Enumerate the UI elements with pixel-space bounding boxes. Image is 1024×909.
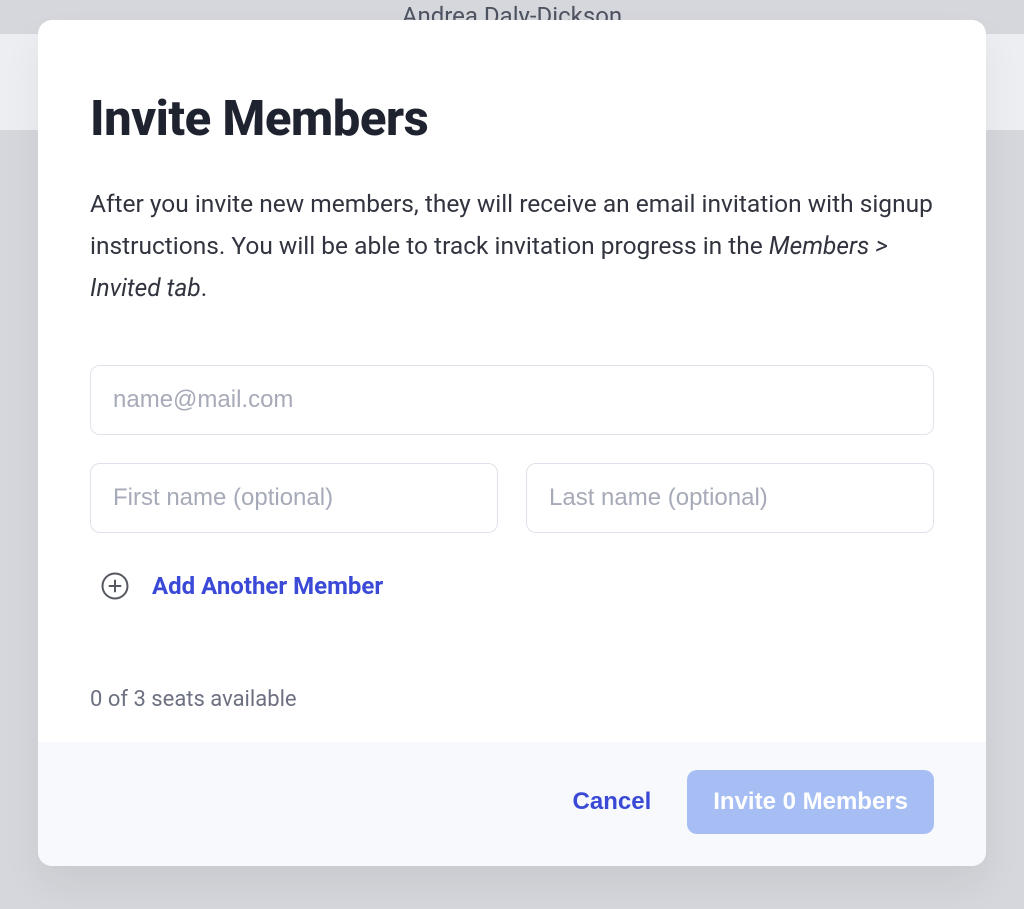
modal-title: Invite Members xyxy=(90,90,934,147)
add-another-member-label: Add Another Member xyxy=(152,572,383,600)
add-another-member-button[interactable]: Add Another Member xyxy=(100,571,934,601)
modal-footer: Cancel Invite 0 Members xyxy=(38,742,986,866)
cancel-button[interactable]: Cancel xyxy=(573,788,652,816)
first-name-field[interactable] xyxy=(90,463,498,533)
email-row xyxy=(90,365,934,435)
modal-description-post: . xyxy=(201,273,207,302)
invite-members-modal: Invite Members After you invite new memb… xyxy=(38,20,986,866)
last-name-field[interactable] xyxy=(526,463,934,533)
email-field[interactable] xyxy=(90,365,934,435)
plus-circle-icon xyxy=(100,571,130,601)
modal-body: Invite Members After you invite new memb… xyxy=(38,20,986,742)
invite-members-button[interactable]: Invite 0 Members xyxy=(687,770,934,834)
seats-available-text: 0 of 3 seats available xyxy=(90,687,934,712)
modal-description: After you invite new members, they will … xyxy=(90,183,934,309)
name-row xyxy=(90,463,934,533)
